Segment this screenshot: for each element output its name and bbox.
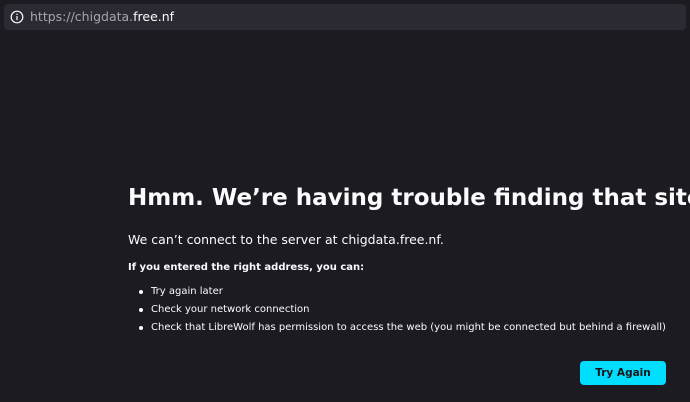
bullet-icon [139, 326, 143, 330]
address-bar[interactable]: https://chigdata.free.nf [4, 4, 686, 30]
suggestion-text: Try again later [151, 286, 223, 297]
url-domain: free.nf [133, 9, 175, 24]
suggestion-text: Check your network connection [151, 304, 310, 315]
suggestion-text: Check that LibreWolf has permission to a… [151, 322, 666, 333]
info-icon[interactable] [10, 10, 24, 24]
url-text[interactable]: https://chigdata.free.nf [30, 9, 174, 25]
bullet-icon [139, 308, 143, 312]
toolbar: https://chigdata.free.nf [0, 0, 690, 36]
try-again-button[interactable]: Try Again [580, 361, 666, 385]
suggestion-item-check-network: Check your network connection [128, 301, 688, 319]
error-description: We can’t connect to the server at chigda… [128, 232, 444, 247]
url-scheme-and-subdomain: https://chigdata. [30, 9, 134, 24]
suggestions-heading: If you entered the right address, you ca… [128, 262, 365, 273]
bullet-icon [139, 290, 143, 294]
suggestions-list: Try again later Check your network conne… [128, 283, 688, 337]
error-title: Hmm. We’re having trouble finding that s… [128, 185, 690, 211]
suggestion-item-try-later: Try again later [128, 283, 688, 301]
suggestion-item-check-permission: Check that LibreWolf has permission to a… [128, 319, 688, 337]
